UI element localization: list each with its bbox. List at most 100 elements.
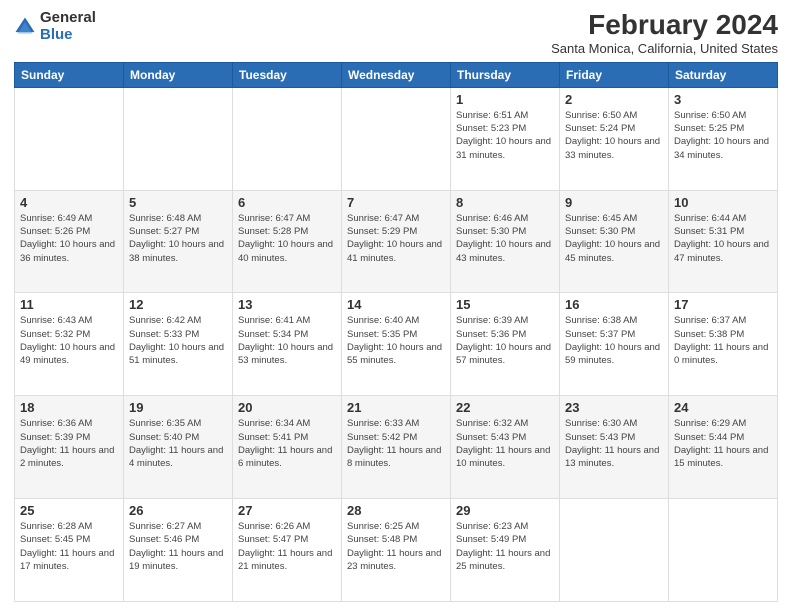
calendar-cell-2-0: 11Sunrise: 6:43 AM Sunset: 5:32 PM Dayli… — [15, 293, 124, 396]
day-info: Sunrise: 6:50 AM Sunset: 5:25 PM Dayligh… — [674, 109, 772, 162]
calendar-cell-1-2: 6 Sunrise: 6:47 AM Sunset: 5:28 PM Daylig… — [233, 190, 342, 293]
header: General Blue February 2024 Santa Monica,… — [14, 10, 778, 56]
calendar-cell-4-4: 29 Sunrise: 6:23 AM Sunset: 5:49 PM Dayli… — [451, 499, 560, 602]
day-info: Sunrise: 6:28 AM Sunset: 5:45 PM Dayligh… — [20, 520, 118, 573]
logo-general: General — [40, 10, 96, 27]
subtitle: Santa Monica, California, United States — [551, 41, 778, 56]
col-thursday: Thursday — [451, 62, 560, 87]
day-info: Sunrise: 6:32 AM Sunset: 5:43 PM Dayligh… — [456, 417, 554, 470]
day-info: Sunrise: 6:41 AM Sunset: 5:34 PM Dayligh… — [238, 314, 336, 367]
calendar-cell-0-5: 2 Sunrise: 6:50 AM Sunset: 5:24 PM Daylig… — [560, 87, 669, 190]
day-info: Sunrise: 6:35 AM Sunset: 5:40 PM Dayligh… — [129, 417, 227, 470]
calendar-cell-1-5: 9 Sunrise: 6:45 AM Sunset: 5:30 PM Daylig… — [560, 190, 669, 293]
day-number: 28 — [347, 503, 445, 518]
week-row-3: 18 Sunrise: 6:36 AM Sunset: 5:39 PM Dayli… — [15, 396, 778, 499]
day-number: 29 — [456, 503, 554, 518]
day-info: Sunrise: 6:26 AM Sunset: 5:47 PM Dayligh… — [238, 520, 336, 573]
day-info: Sunrise: 6:23 AM Sunset: 5:49 PM Dayligh… — [456, 520, 554, 573]
day-number: 24 — [674, 400, 772, 415]
day-info: Sunrise: 6:44 AM Sunset: 5:31 PM Dayligh… — [674, 212, 772, 265]
calendar-table: Sunday Monday Tuesday Wednesday Thursday… — [14, 62, 778, 602]
calendar-cell-3-6: 24 Sunrise: 6:29 AM Sunset: 5:44 PM Dayli… — [669, 396, 778, 499]
calendar-cell-4-3: 28 Sunrise: 6:25 AM Sunset: 5:48 PM Dayli… — [342, 499, 451, 602]
week-row-0: 1 Sunrise: 6:51 AM Sunset: 5:23 PM Daylig… — [15, 87, 778, 190]
week-row-1: 4 Sunrise: 6:49 AM Sunset: 5:26 PM Daylig… — [15, 190, 778, 293]
day-info: Sunrise: 6:37 AM Sunset: 5:38 PM Dayligh… — [674, 314, 772, 367]
calendar-body: 1 Sunrise: 6:51 AM Sunset: 5:23 PM Daylig… — [15, 87, 778, 601]
day-number: 6 — [238, 195, 336, 210]
day-number: 2 — [565, 92, 663, 107]
day-info: Sunrise: 6:48 AM Sunset: 5:27 PM Dayligh… — [129, 212, 227, 265]
day-info: Sunrise: 6:25 AM Sunset: 5:48 PM Dayligh… — [347, 520, 445, 573]
day-number: 3 — [674, 92, 772, 107]
day-number: 10 — [674, 195, 772, 210]
calendar-cell-2-1: 12 Sunrise: 6:42 AM Sunset: 5:33 PM Dayli… — [124, 293, 233, 396]
col-wednesday: Wednesday — [342, 62, 451, 87]
calendar-cell-2-2: 13 Sunrise: 6:41 AM Sunset: 5:34 PM Dayli… — [233, 293, 342, 396]
week-row-4: 25Sunrise: 6:28 AM Sunset: 5:45 PM Dayli… — [15, 499, 778, 602]
day-info: Sunrise: 6:49 AM Sunset: 5:26 PM Dayligh… — [20, 212, 118, 265]
day-info: Sunrise: 6:50 AM Sunset: 5:24 PM Dayligh… — [565, 109, 663, 162]
day-info: Sunrise: 6:40 AM Sunset: 5:35 PM Dayligh… — [347, 314, 445, 367]
day-info: Sunrise: 6:29 AM Sunset: 5:44 PM Dayligh… — [674, 417, 772, 470]
calendar-cell-3-2: 20 Sunrise: 6:34 AM Sunset: 5:41 PM Dayli… — [233, 396, 342, 499]
day-info: Sunrise: 6:45 AM Sunset: 5:30 PM Dayligh… — [565, 212, 663, 265]
title-block: February 2024 Santa Monica, California, … — [551, 10, 778, 56]
day-info: Sunrise: 6:36 AM Sunset: 5:39 PM Dayligh… — [20, 417, 118, 470]
calendar-cell-4-5 — [560, 499, 669, 602]
day-number: 1 — [456, 92, 554, 107]
col-saturday: Saturday — [669, 62, 778, 87]
day-info: Sunrise: 6:39 AM Sunset: 5:36 PM Dayligh… — [456, 314, 554, 367]
calendar-cell-3-3: 21Sunrise: 6:33 AM Sunset: 5:42 PM Dayli… — [342, 396, 451, 499]
day-info: Sunrise: 6:47 AM Sunset: 5:29 PM Dayligh… — [347, 212, 445, 265]
logo: General Blue — [14, 10, 96, 43]
calendar-cell-2-5: 16 Sunrise: 6:38 AM Sunset: 5:37 PM Dayli… — [560, 293, 669, 396]
calendar-cell-0-0 — [15, 87, 124, 190]
day-number: 15 — [456, 297, 554, 312]
day-number: 11 — [20, 297, 118, 312]
calendar-cell-3-1: 19Sunrise: 6:35 AM Sunset: 5:40 PM Dayli… — [124, 396, 233, 499]
day-number: 20 — [238, 400, 336, 415]
day-number: 27 — [238, 503, 336, 518]
calendar-cell-2-6: 17Sunrise: 6:37 AM Sunset: 5:38 PM Dayli… — [669, 293, 778, 396]
main-title: February 2024 — [551, 10, 778, 41]
calendar-cell-3-4: 22Sunrise: 6:32 AM Sunset: 5:43 PM Dayli… — [451, 396, 560, 499]
calendar-cell-4-0: 25Sunrise: 6:28 AM Sunset: 5:45 PM Dayli… — [15, 499, 124, 602]
calendar-cell-0-6: 3 Sunrise: 6:50 AM Sunset: 5:25 PM Daylig… — [669, 87, 778, 190]
day-info: Sunrise: 6:42 AM Sunset: 5:33 PM Dayligh… — [129, 314, 227, 367]
day-info: Sunrise: 6:51 AM Sunset: 5:23 PM Dayligh… — [456, 109, 554, 162]
day-info: Sunrise: 6:34 AM Sunset: 5:41 PM Dayligh… — [238, 417, 336, 470]
day-info: Sunrise: 6:46 AM Sunset: 5:30 PM Dayligh… — [456, 212, 554, 265]
col-monday: Monday — [124, 62, 233, 87]
day-info: Sunrise: 6:47 AM Sunset: 5:28 PM Dayligh… — [238, 212, 336, 265]
week-row-2: 11Sunrise: 6:43 AM Sunset: 5:32 PM Dayli… — [15, 293, 778, 396]
logo-text: General Blue — [40, 10, 96, 43]
day-number: 21 — [347, 400, 445, 415]
day-number: 26 — [129, 503, 227, 518]
calendar-cell-3-0: 18 Sunrise: 6:36 AM Sunset: 5:39 PM Dayli… — [15, 396, 124, 499]
calendar-cell-0-4: 1 Sunrise: 6:51 AM Sunset: 5:23 PM Daylig… — [451, 87, 560, 190]
calendar-cell-0-2 — [233, 87, 342, 190]
day-number: 8 — [456, 195, 554, 210]
col-tuesday: Tuesday — [233, 62, 342, 87]
day-number: 4 — [20, 195, 118, 210]
day-number: 18 — [20, 400, 118, 415]
day-info: Sunrise: 6:27 AM Sunset: 5:46 PM Dayligh… — [129, 520, 227, 573]
day-number: 13 — [238, 297, 336, 312]
day-number: 9 — [565, 195, 663, 210]
col-friday: Friday — [560, 62, 669, 87]
day-number: 7 — [347, 195, 445, 210]
calendar-cell-0-1 — [124, 87, 233, 190]
calendar-cell-4-2: 27 Sunrise: 6:26 AM Sunset: 5:47 PM Dayli… — [233, 499, 342, 602]
calendar-cell-1-6: 10 Sunrise: 6:44 AM Sunset: 5:31 PM Dayli… — [669, 190, 778, 293]
day-number: 5 — [129, 195, 227, 210]
day-info: Sunrise: 6:38 AM Sunset: 5:37 PM Dayligh… — [565, 314, 663, 367]
day-number: 12 — [129, 297, 227, 312]
day-number: 23 — [565, 400, 663, 415]
day-number: 16 — [565, 297, 663, 312]
calendar-cell-2-3: 14Sunrise: 6:40 AM Sunset: 5:35 PM Dayli… — [342, 293, 451, 396]
calendar-header-row: Sunday Monday Tuesday Wednesday Thursday… — [15, 62, 778, 87]
col-sunday: Sunday — [15, 62, 124, 87]
calendar-cell-1-3: 7 Sunrise: 6:47 AM Sunset: 5:29 PM Daylig… — [342, 190, 451, 293]
logo-icon — [14, 16, 36, 38]
